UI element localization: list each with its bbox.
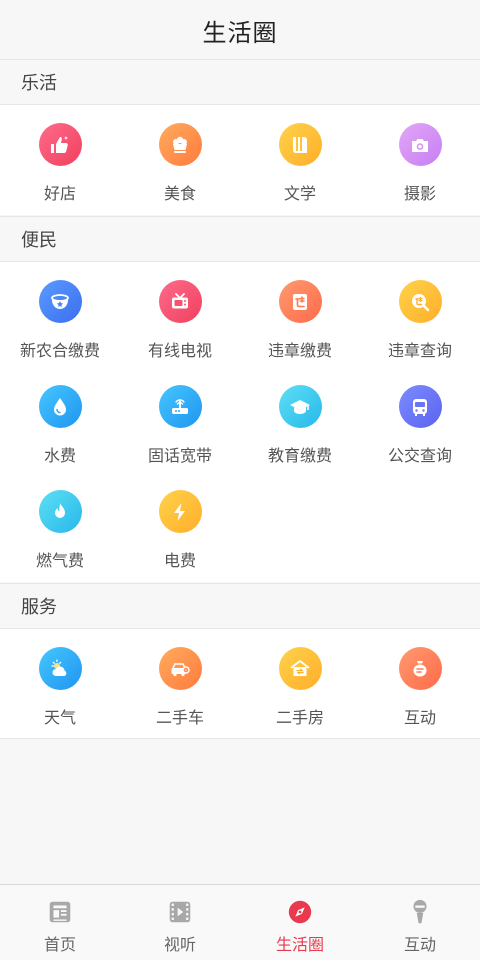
grid-item-ershoufang[interactable]: 二手房 bbox=[240, 629, 360, 734]
app-header: 生活圈 bbox=[0, 0, 480, 60]
grid-item-label: 文学 bbox=[283, 184, 316, 203]
section-title: 服务 bbox=[21, 597, 57, 618]
section-header-bianmin: 便民 bbox=[0, 216, 480, 262]
grid-item-label: 燃气费 bbox=[35, 551, 84, 570]
tab-hudong[interactable]: 互动 bbox=[360, 885, 480, 960]
video-icon bbox=[165, 897, 195, 927]
grid-item-weizhang-jiaofei[interactable]: 违章缴费 bbox=[240, 262, 360, 367]
weather-icon bbox=[38, 647, 82, 690]
violation-icon bbox=[278, 280, 322, 323]
grid-item-tianqi[interactable]: 天气 bbox=[0, 629, 120, 734]
grid-item-label: 教育缴费 bbox=[267, 446, 332, 465]
bus-icon bbox=[398, 385, 442, 428]
grid-item-label: 有线电视 bbox=[147, 341, 212, 360]
grid-item-ershouche[interactable]: 二手车 bbox=[120, 629, 240, 734]
water-drop-icon bbox=[38, 385, 82, 428]
grid-item-haodian[interactable]: 好店 bbox=[0, 105, 120, 210]
grid-item-label: 新农合缴费 bbox=[19, 341, 100, 360]
section-title: 便民 bbox=[21, 230, 57, 251]
grid-item-label: 好店 bbox=[43, 184, 76, 203]
graduation-cap-icon bbox=[278, 385, 322, 428]
food-icon bbox=[158, 123, 202, 166]
grid-item-label: 固话宽带 bbox=[147, 446, 212, 465]
microphone-icon bbox=[405, 897, 435, 927]
section-panel-bianmin: 新农合缴费 有线电视 违章缴费 违章查询 水费 固话宽带 教育缴费 公交查询 燃… bbox=[0, 262, 480, 582]
grid-item-weizhang-chaxun[interactable]: 违章查询 bbox=[360, 262, 480, 367]
thumbs-up-icon bbox=[38, 123, 82, 166]
section-panel-lehuo: 好店 美食 文学 摄影 bbox=[0, 105, 480, 215]
grid-item-sheying[interactable]: 摄影 bbox=[360, 105, 480, 210]
grid-item-meishi[interactable]: 美食 bbox=[120, 105, 240, 210]
bowl-icon bbox=[38, 280, 82, 323]
grid-item-label: 水费 bbox=[43, 446, 76, 465]
grid-item-label: 公交查询 bbox=[387, 446, 452, 465]
grid-item-gongjiao-chaxun[interactable]: 公交查询 bbox=[360, 367, 480, 472]
chat-icon bbox=[398, 647, 442, 690]
grid-item-label: 天气 bbox=[43, 708, 76, 727]
grid-item-label: 互动 bbox=[403, 708, 436, 727]
section-title: 乐活 bbox=[21, 73, 57, 94]
grid-item-label: 二手房 bbox=[275, 708, 324, 727]
section-panel-fuwu: 天气 二手车 二手房 互动 bbox=[0, 629, 480, 739]
house-icon bbox=[278, 647, 322, 690]
book-icon bbox=[278, 123, 322, 166]
camera-icon bbox=[398, 123, 442, 166]
grid-item-label: 二手车 bbox=[155, 708, 204, 727]
grid-item-hudong[interactable]: 互动 bbox=[360, 629, 480, 734]
section-header-fuwu: 服务 bbox=[0, 583, 480, 629]
news-icon bbox=[45, 897, 75, 927]
grid-item-label: 电费 bbox=[163, 551, 196, 570]
tab-shenghuoquan[interactable]: 生活圈 bbox=[240, 885, 360, 960]
router-icon bbox=[158, 385, 202, 428]
tab-shiting[interactable]: 视听 bbox=[120, 885, 240, 960]
grid-item-label: 美食 bbox=[163, 184, 196, 203]
section-header-lehuo: 乐活 bbox=[0, 59, 480, 105]
bottom-tab-bar: 首页 视听 生活圈 互动 bbox=[0, 884, 480, 960]
tab-shouye[interactable]: 首页 bbox=[0, 885, 120, 960]
car-icon bbox=[158, 647, 202, 690]
grid-item-label: 违章缴费 bbox=[267, 341, 332, 360]
flame-icon bbox=[38, 490, 82, 533]
grid-item-youxian-dianshi[interactable]: 有线电视 bbox=[120, 262, 240, 367]
compass-icon bbox=[285, 897, 315, 927]
violation-search-icon bbox=[398, 280, 442, 323]
grid-item-label: 违章查询 bbox=[387, 341, 452, 360]
lightning-icon bbox=[158, 490, 202, 533]
tab-label: 视听 bbox=[163, 935, 196, 954]
grid-item-jiaoyu-jiaofei[interactable]: 教育缴费 bbox=[240, 367, 360, 472]
grid-item-shuifei[interactable]: 水费 bbox=[0, 367, 120, 472]
grid-item-guhua-kuandai[interactable]: 固话宽带 bbox=[120, 367, 240, 472]
tab-label: 互动 bbox=[403, 935, 436, 954]
grid-item-xinnonghe[interactable]: 新农合缴费 bbox=[0, 262, 120, 367]
tab-label: 生活圈 bbox=[275, 935, 324, 954]
grid-item-ranqifei[interactable]: 燃气费 bbox=[0, 472, 120, 577]
grid-item-label: 摄影 bbox=[403, 184, 436, 203]
grid-item-dianfei[interactable]: 电费 bbox=[120, 472, 240, 577]
tab-label: 首页 bbox=[43, 935, 76, 954]
page-title: 生活圈 bbox=[202, 18, 278, 47]
tv-icon bbox=[158, 280, 202, 323]
grid-item-wenxue[interactable]: 文学 bbox=[240, 105, 360, 210]
